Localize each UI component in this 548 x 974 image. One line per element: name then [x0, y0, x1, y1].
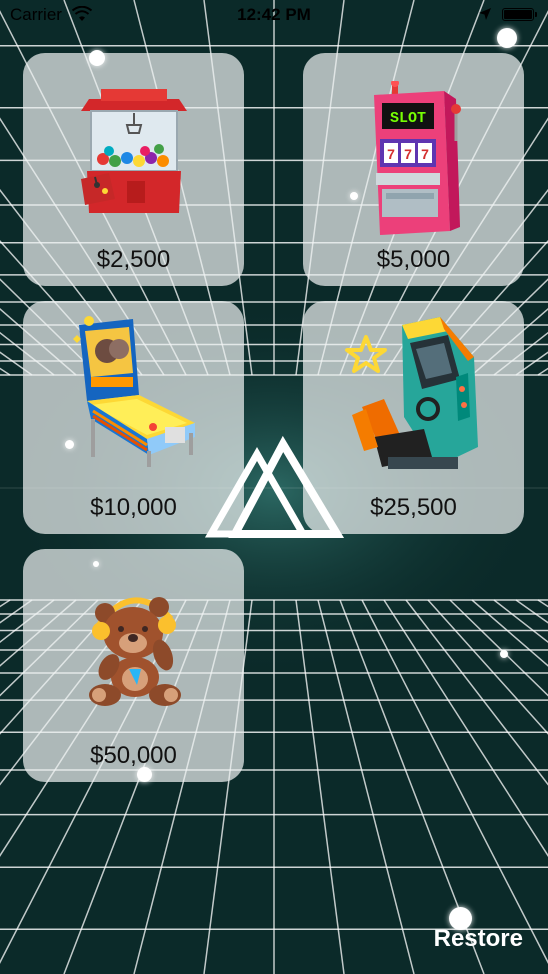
svg-text:7: 7: [404, 146, 412, 162]
product-price: $5,000: [376, 246, 451, 273]
svg-text:SLOT: SLOT: [389, 110, 425, 127]
location-arrow-icon: [478, 6, 492, 26]
svg-text:7: 7: [387, 146, 395, 162]
svg-text:7: 7: [421, 146, 429, 162]
slot-machine-icon: SLOT 7 7 7: [364, 79, 464, 246]
sparkle-dot: [500, 650, 508, 658]
product-price: $2,500: [96, 246, 171, 273]
mountain-logo-icon: [204, 435, 345, 545]
product-price: $50,000: [90, 742, 177, 769]
arcade-racing-cabinet-icon: [344, 317, 484, 482]
claw-machine-icon: [79, 81, 189, 226]
teddy-bear-headphones-icon: [79, 585, 189, 714]
status-bar: Carrier 12:42 PM: [0, 0, 548, 30]
sparkle-dot: [350, 192, 358, 200]
sparkle-dot: [137, 767, 152, 782]
battery-icon: [502, 8, 534, 21]
sparkle-dot: [497, 28, 517, 48]
pinball-machine-icon: [69, 315, 199, 472]
product-card-slot-machine[interactable]: SLOT 7 7 7 $5,000: [303, 53, 524, 286]
sparkle-dot: [89, 50, 105, 66]
product-card-claw-machine[interactable]: $2,500: [23, 53, 244, 286]
sparkle-dot: [65, 440, 74, 449]
product-card-teddy-bear[interactable]: $50,000: [23, 549, 244, 782]
restore-button[interactable]: Restore: [434, 925, 523, 953]
clock-time: 12:42 PM: [237, 5, 311, 24]
sparkle-dot: [93, 561, 99, 567]
battery-tip: [535, 12, 537, 17]
